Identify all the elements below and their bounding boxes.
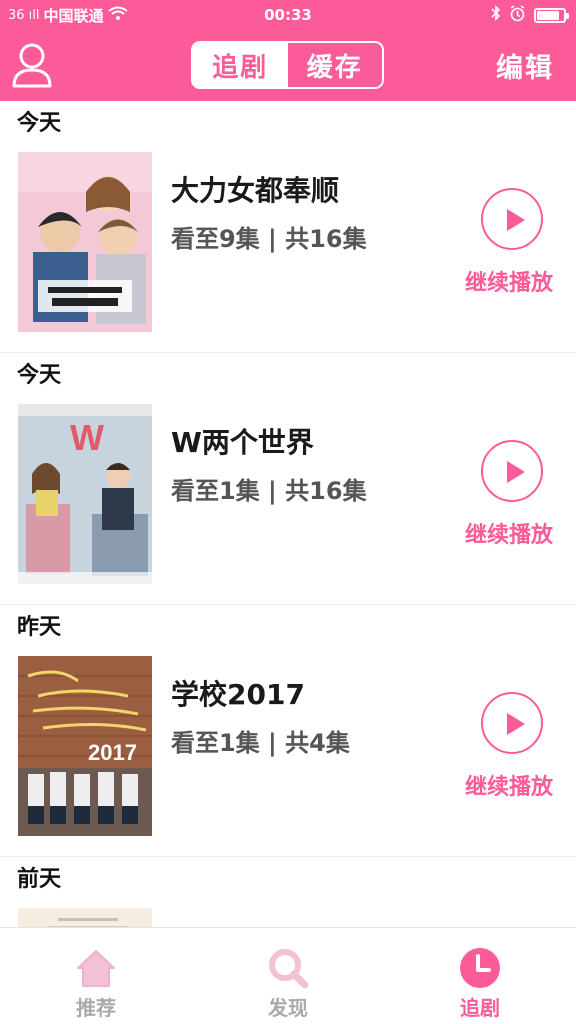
continue-play-button[interactable]: 继续播放 [465, 265, 553, 297]
list-item[interactable]: 大力女都奉顺 看至9集 | 共16集 继续播放 [0, 141, 576, 353]
user-icon [12, 43, 52, 88]
battery-level [537, 10, 559, 20]
episode-progress: 看至9集 | 共16集 [171, 225, 367, 253]
play-icon[interactable] [481, 692, 543, 754]
home-icon [77, 950, 115, 987]
search-icon [269, 949, 309, 989]
clock-icon [460, 948, 500, 988]
tab-label: 推荐 [76, 996, 116, 1020]
signal-indicator: 36 ıll [8, 7, 40, 23]
top-header: 追剧 缓存 编辑 [0, 30, 576, 101]
user-profile-button[interactable] [12, 42, 52, 88]
tab-discover[interactable]: 发现 [192, 928, 384, 1024]
battery-icon [534, 7, 569, 23]
date-header: 今天 [17, 111, 62, 136]
drama-title: W两个世界 [171, 426, 314, 459]
date-header: 今天 [17, 363, 62, 388]
drama-title: 学校2017 [171, 678, 305, 711]
svg-text:W: W [70, 417, 104, 458]
wifi-icon [107, 6, 128, 25]
poster-image[interactable]: W [18, 404, 152, 584]
continue-play-button[interactable]: 继续播放 [465, 769, 553, 801]
bottom-tab-bar: 推荐 发现 追剧 [0, 927, 576, 1024]
date-header: 前天 [17, 867, 62, 892]
list-item[interactable] [0, 897, 576, 927]
list-item[interactable]: 2017 学校2017 看至1集 | 共4集 继续播放 [0, 645, 576, 857]
poster-image[interactable] [18, 152, 152, 332]
tab-following[interactable]: 追剧 [384, 928, 576, 1024]
tab-label: 追剧 [460, 996, 500, 1020]
carrier-name: 中国联通 [43, 6, 104, 25]
tab-label: 发现 [268, 996, 308, 1020]
svg-text:2017: 2017 [88, 740, 137, 765]
alarm-icon [509, 4, 526, 26]
tab-following[interactable]: 追剧 [193, 43, 288, 87]
play-icon[interactable] [481, 440, 543, 502]
tab-cache[interactable]: 缓存 [288, 43, 383, 87]
play-icon[interactable] [481, 188, 543, 250]
list-item[interactable]: W W两个世界 看至1集 | 共16集 继续播放 [0, 393, 576, 605]
poster-image[interactable]: 2017 [18, 656, 152, 836]
drama-title: 大力女都奉顺 [171, 174, 340, 207]
edit-button[interactable]: 编辑 [496, 44, 554, 86]
tab-recommend[interactable]: 推荐 [0, 928, 192, 1024]
watch-history-list: 今天 大力女都奉顺 看至9集 | 共16集 继续播放 今天 W W两个世界 看至… [0, 101, 576, 927]
episode-progress: 看至1集 | 共4集 [171, 729, 350, 757]
status-bar: 36 ıll 中国联通 00:33 [0, 0, 576, 30]
segmented-control: 追剧 缓存 [191, 41, 384, 89]
date-header: 昨天 [17, 615, 62, 640]
bluetooth-icon [491, 5, 501, 25]
poster-image[interactable] [18, 908, 152, 927]
episode-progress: 看至1集 | 共16集 [171, 477, 367, 505]
continue-play-button[interactable]: 继续播放 [465, 517, 553, 549]
